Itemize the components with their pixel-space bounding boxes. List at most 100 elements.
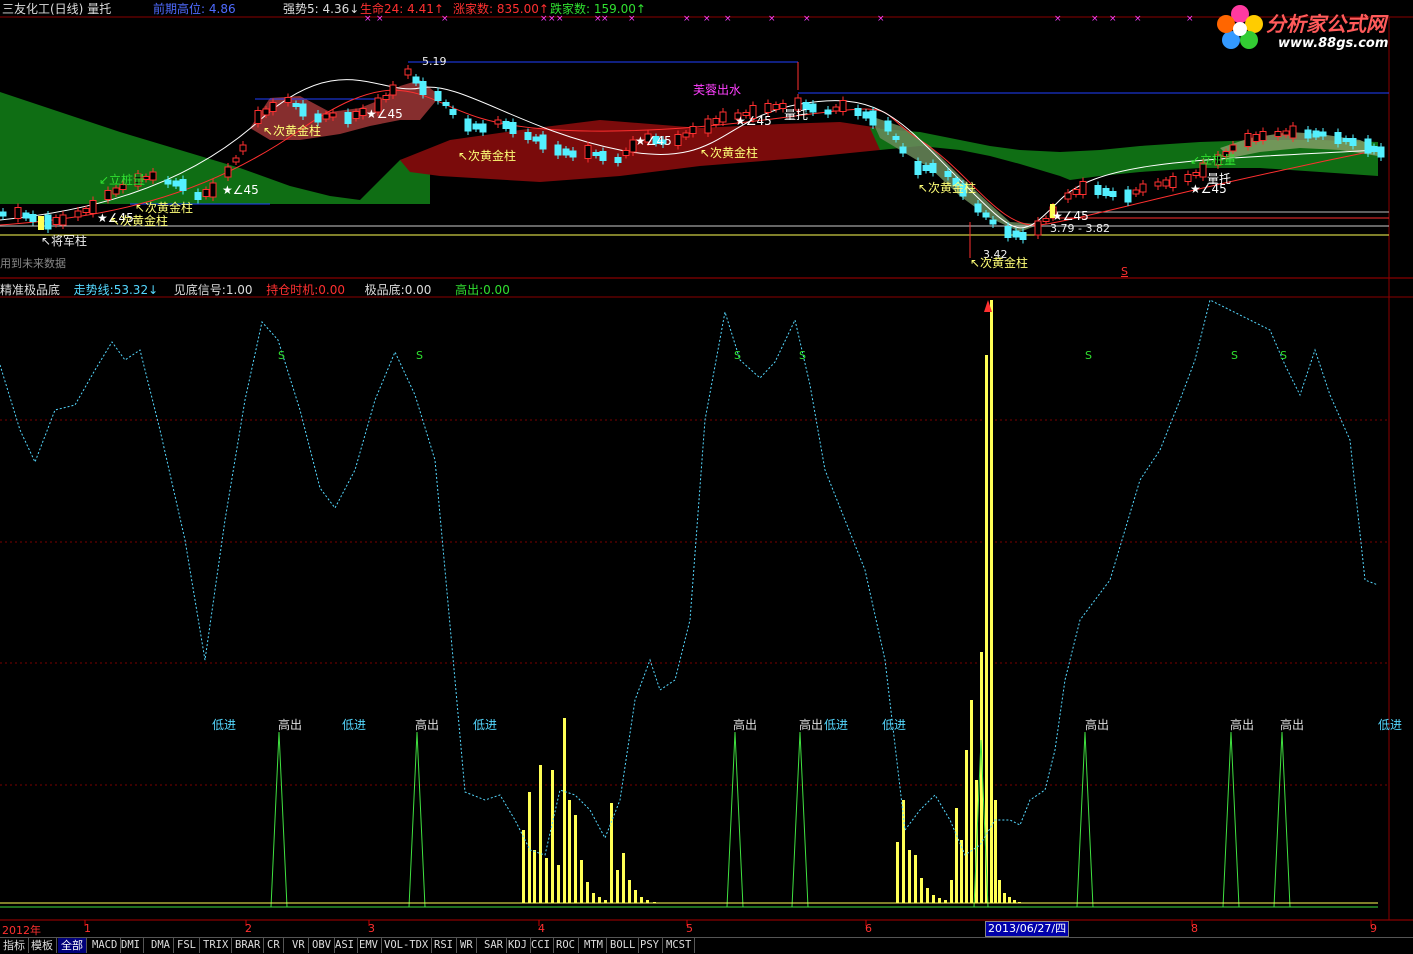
candle-body bbox=[292, 103, 300, 107]
candle-body bbox=[1192, 172, 1200, 176]
tab-asi[interactable]: ASI bbox=[332, 938, 358, 953]
tab-dmi[interactable]: DMI bbox=[118, 938, 144, 953]
yellow-bar bbox=[598, 897, 601, 903]
candle-body bbox=[1304, 129, 1312, 139]
stat-arrow: ↑ bbox=[635, 2, 646, 16]
candle-body bbox=[884, 120, 892, 132]
yellow-bar bbox=[985, 355, 988, 903]
ma-bands bbox=[0, 80, 1378, 232]
gold-bar-label: ↖次黄金柱 bbox=[700, 146, 759, 160]
candle-body bbox=[1282, 130, 1290, 136]
candle-body bbox=[554, 144, 562, 156]
tab-trix[interactable]: TRIX bbox=[200, 938, 233, 953]
tab-cci[interactable]: CCI bbox=[528, 938, 554, 953]
tab-mtm[interactable]: MTM bbox=[581, 938, 607, 953]
legend-trend-value: 53.32 bbox=[113, 283, 149, 297]
yellow-bar bbox=[926, 888, 929, 903]
yellow-bar bbox=[551, 770, 554, 903]
yellow-bar bbox=[586, 882, 589, 903]
tab-指标[interactable]: 指标 bbox=[0, 938, 29, 953]
yellow-bar bbox=[932, 895, 935, 903]
tab-mcst[interactable]: MCST bbox=[663, 938, 696, 953]
tab-rsi[interactable]: RSI bbox=[431, 938, 457, 953]
candle-body bbox=[1162, 179, 1170, 187]
header-stat-decliners: 跌家数: 159.00↑ bbox=[550, 0, 646, 17]
x-tick: 3 bbox=[368, 922, 375, 935]
candle-body bbox=[562, 148, 570, 156]
gold-bar-label: ↖次黄金柱 bbox=[918, 181, 977, 195]
sell-signal-label: 高出 bbox=[733, 718, 758, 732]
candle-body bbox=[329, 112, 337, 118]
tab-boll[interactable]: BOLL bbox=[607, 938, 640, 953]
candle-body bbox=[164, 179, 172, 185]
candle-body bbox=[1319, 131, 1327, 137]
s-mark: S bbox=[416, 349, 423, 362]
yellow-bar bbox=[1008, 897, 1011, 903]
yellow-bar bbox=[990, 300, 993, 903]
gold-bar-label: ↖次黄金柱 bbox=[458, 149, 517, 163]
candle-body bbox=[104, 190, 112, 200]
candle-body bbox=[1169, 176, 1177, 188]
top-marker: × bbox=[1054, 14, 1062, 24]
tab-vr[interactable]: VR bbox=[289, 938, 309, 953]
yellow-bar bbox=[914, 855, 917, 903]
stat-arrow: ↑ bbox=[433, 2, 444, 16]
yellow-bar bbox=[533, 850, 536, 903]
stat-label: 跌家数: bbox=[550, 2, 591, 16]
s-mark: S bbox=[799, 349, 806, 362]
candle-body bbox=[892, 136, 900, 140]
rising-label: 芙蓉出水 bbox=[693, 83, 742, 97]
sell-signal-label: 高出 bbox=[278, 718, 303, 732]
header-stat-advancers: 涨家数: 835.00↑ bbox=[453, 0, 549, 17]
stand-pillar-label: ↙立桩量 bbox=[99, 173, 146, 187]
tab-emv[interactable]: EMV bbox=[356, 938, 382, 953]
candle-body bbox=[1252, 134, 1260, 142]
sell-signal-peak bbox=[726, 731, 744, 908]
legend-hold-value: 0.00 bbox=[318, 283, 345, 297]
candle-body bbox=[1274, 131, 1282, 137]
tab-macd[interactable]: MACD bbox=[89, 938, 122, 953]
star-angle-label: ★∠45 bbox=[635, 134, 672, 148]
candle-body bbox=[412, 76, 420, 84]
top-marker: × bbox=[703, 14, 711, 24]
candle-body bbox=[1102, 188, 1110, 196]
candle-body bbox=[832, 106, 840, 112]
tab-wr[interactable]: WR bbox=[457, 938, 477, 953]
site-logo[interactable]: 分析家公式网 www.88gs.com bbox=[1210, 2, 1410, 54]
buy-signal-label: 低进 bbox=[824, 718, 849, 732]
tab-全部[interactable]: 全部 bbox=[58, 938, 87, 953]
candle-body bbox=[472, 123, 480, 130]
tab-dma[interactable]: DMA bbox=[148, 938, 174, 953]
candle-body bbox=[232, 157, 240, 163]
yellow-bar bbox=[574, 815, 577, 903]
tab-brar[interactable]: BRAR bbox=[232, 938, 265, 953]
chart-canvas[interactable]: × × × × × × × × × × × × × × × × × × × × bbox=[0, 0, 1413, 953]
yellow-bar bbox=[557, 865, 560, 903]
candle-body bbox=[569, 150, 577, 158]
tab-psy[interactable]: PSY bbox=[637, 938, 663, 953]
tab-vol-tdx[interactable]: VOL-TDX bbox=[381, 938, 433, 953]
star-angle-label: ★∠45 bbox=[1052, 209, 1089, 223]
sell-signal-label: 高出 bbox=[415, 718, 440, 732]
candle-body bbox=[622, 150, 630, 156]
tab-roc[interactable]: ROC bbox=[553, 938, 579, 953]
candle-body bbox=[989, 219, 997, 225]
tab-模板[interactable]: 模板 bbox=[28, 938, 57, 953]
candle-body bbox=[442, 102, 450, 106]
yellow-bar bbox=[592, 893, 595, 903]
tab-cr[interactable]: CR bbox=[264, 938, 284, 953]
legend-high-value: 0.00 bbox=[483, 283, 510, 297]
candle-body bbox=[1079, 181, 1087, 195]
candle-body bbox=[382, 95, 390, 100]
tab-fsl[interactable]: FSL bbox=[174, 938, 200, 953]
stat-label: 涨家数: bbox=[453, 2, 494, 16]
indicator-tab-bar: 指标 模板 全部 MACD DMI DMA FSL TRIX BRAR CR VR OBV ASI EMV… bbox=[0, 937, 1413, 954]
yellow-bottom-bars bbox=[522, 300, 1021, 903]
tab-sar[interactable]: SAR bbox=[481, 938, 507, 953]
candle-body bbox=[404, 68, 412, 76]
green-signal-peaks bbox=[270, 731, 1291, 908]
candle-body bbox=[592, 152, 600, 156]
high-price-label: 5.19 bbox=[422, 55, 447, 68]
candle-body bbox=[59, 214, 67, 226]
range-label: 3.79 - 3.82 bbox=[1050, 222, 1110, 235]
